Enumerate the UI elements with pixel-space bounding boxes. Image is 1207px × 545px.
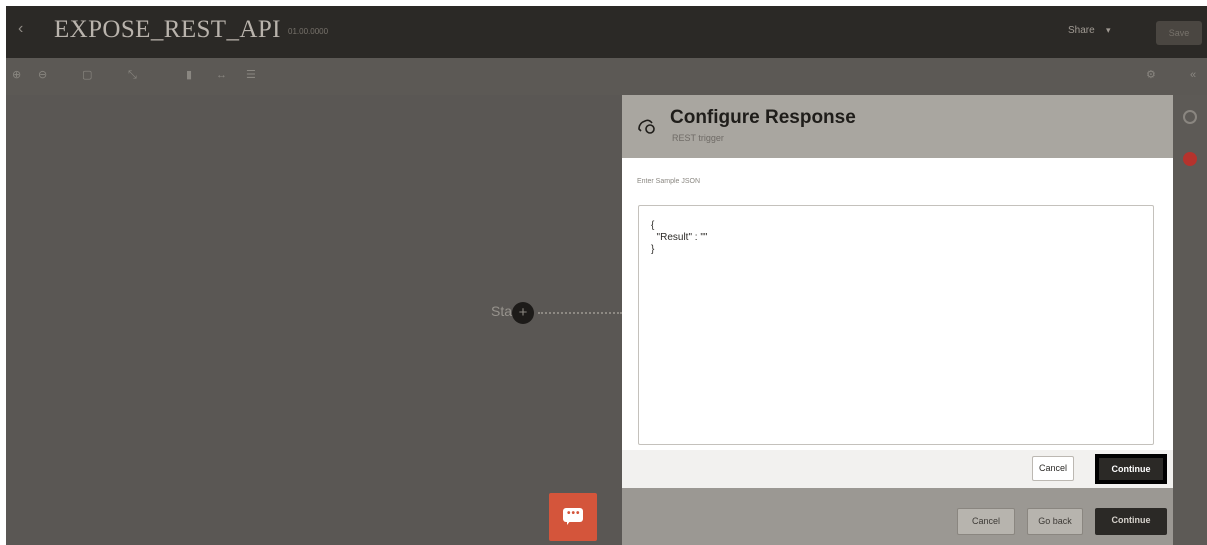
rest-trigger-icon bbox=[638, 119, 655, 134]
dialog-body: Enter Sample JSON { "Result" : "" } Canc… bbox=[622, 158, 1173, 488]
wizard-continue-button[interactable]: Continue bbox=[1095, 508, 1167, 535]
history-icon[interactable] bbox=[1183, 110, 1197, 124]
dialog-footer: Cancel Continue bbox=[622, 450, 1173, 488]
gear-icon[interactable]: ⚙ bbox=[1146, 68, 1156, 82]
header-bar: ‹ EXPOSE_REST_API 01.00.0000 Share ▾ Sav… bbox=[6, 6, 1207, 58]
collapse-icon[interactable]: « bbox=[1190, 68, 1196, 82]
activity-icon[interactable] bbox=[1183, 152, 1197, 166]
zoom-in-icon[interactable]: ⊕ bbox=[12, 68, 21, 82]
continue-button[interactable]: Continue bbox=[1095, 454, 1167, 484]
go-back-button[interactable]: Go back bbox=[1027, 508, 1083, 535]
version-label: 01.00.0000 bbox=[288, 27, 329, 36]
horizontal-layout-icon[interactable]: ↔ bbox=[216, 68, 227, 82]
expand-icon[interactable]: ⤡ bbox=[128, 68, 137, 82]
back-icon[interactable]: ‹ bbox=[18, 20, 23, 38]
json-textarea[interactable]: { "Result" : "" } bbox=[638, 205, 1154, 445]
chevron-down-icon[interactable]: ▾ bbox=[1106, 25, 1111, 36]
wizard-cancel-button[interactable]: Cancel bbox=[957, 508, 1015, 535]
chat-button[interactable]: ••• bbox=[549, 493, 597, 541]
chat-icon: ••• bbox=[563, 508, 583, 525]
canvas-toolbar: ⊕ ⊖ ▢ ⤡ ▮ ↔ ☰ ⚙ « bbox=[6, 58, 1207, 95]
dialog-subtitle: REST trigger bbox=[672, 133, 724, 143]
vertical-layout-icon[interactable]: ▮ bbox=[186, 68, 192, 82]
dialog-header: Configure Response REST trigger bbox=[622, 95, 1173, 158]
integration-title: EXPOSE_REST_API bbox=[54, 16, 281, 43]
dialog-title: Configure Response bbox=[670, 107, 856, 128]
cancel-button[interactable]: Cancel bbox=[1032, 456, 1074, 481]
pseudo-view-icon[interactable]: ☰ bbox=[246, 68, 256, 82]
connector-line bbox=[538, 312, 622, 314]
share-button[interactable]: Share bbox=[1068, 25, 1095, 36]
wizard-footer: Cancel Go back Continue bbox=[622, 488, 1173, 545]
save-button[interactable]: Save bbox=[1156, 21, 1202, 45]
zoom-out-icon[interactable]: ⊖ bbox=[38, 68, 47, 82]
add-action-icon[interactable]: + bbox=[512, 302, 534, 324]
json-field-label: Enter Sample JSON bbox=[637, 178, 701, 185]
fit-icon[interactable]: ▢ bbox=[82, 68, 92, 82]
